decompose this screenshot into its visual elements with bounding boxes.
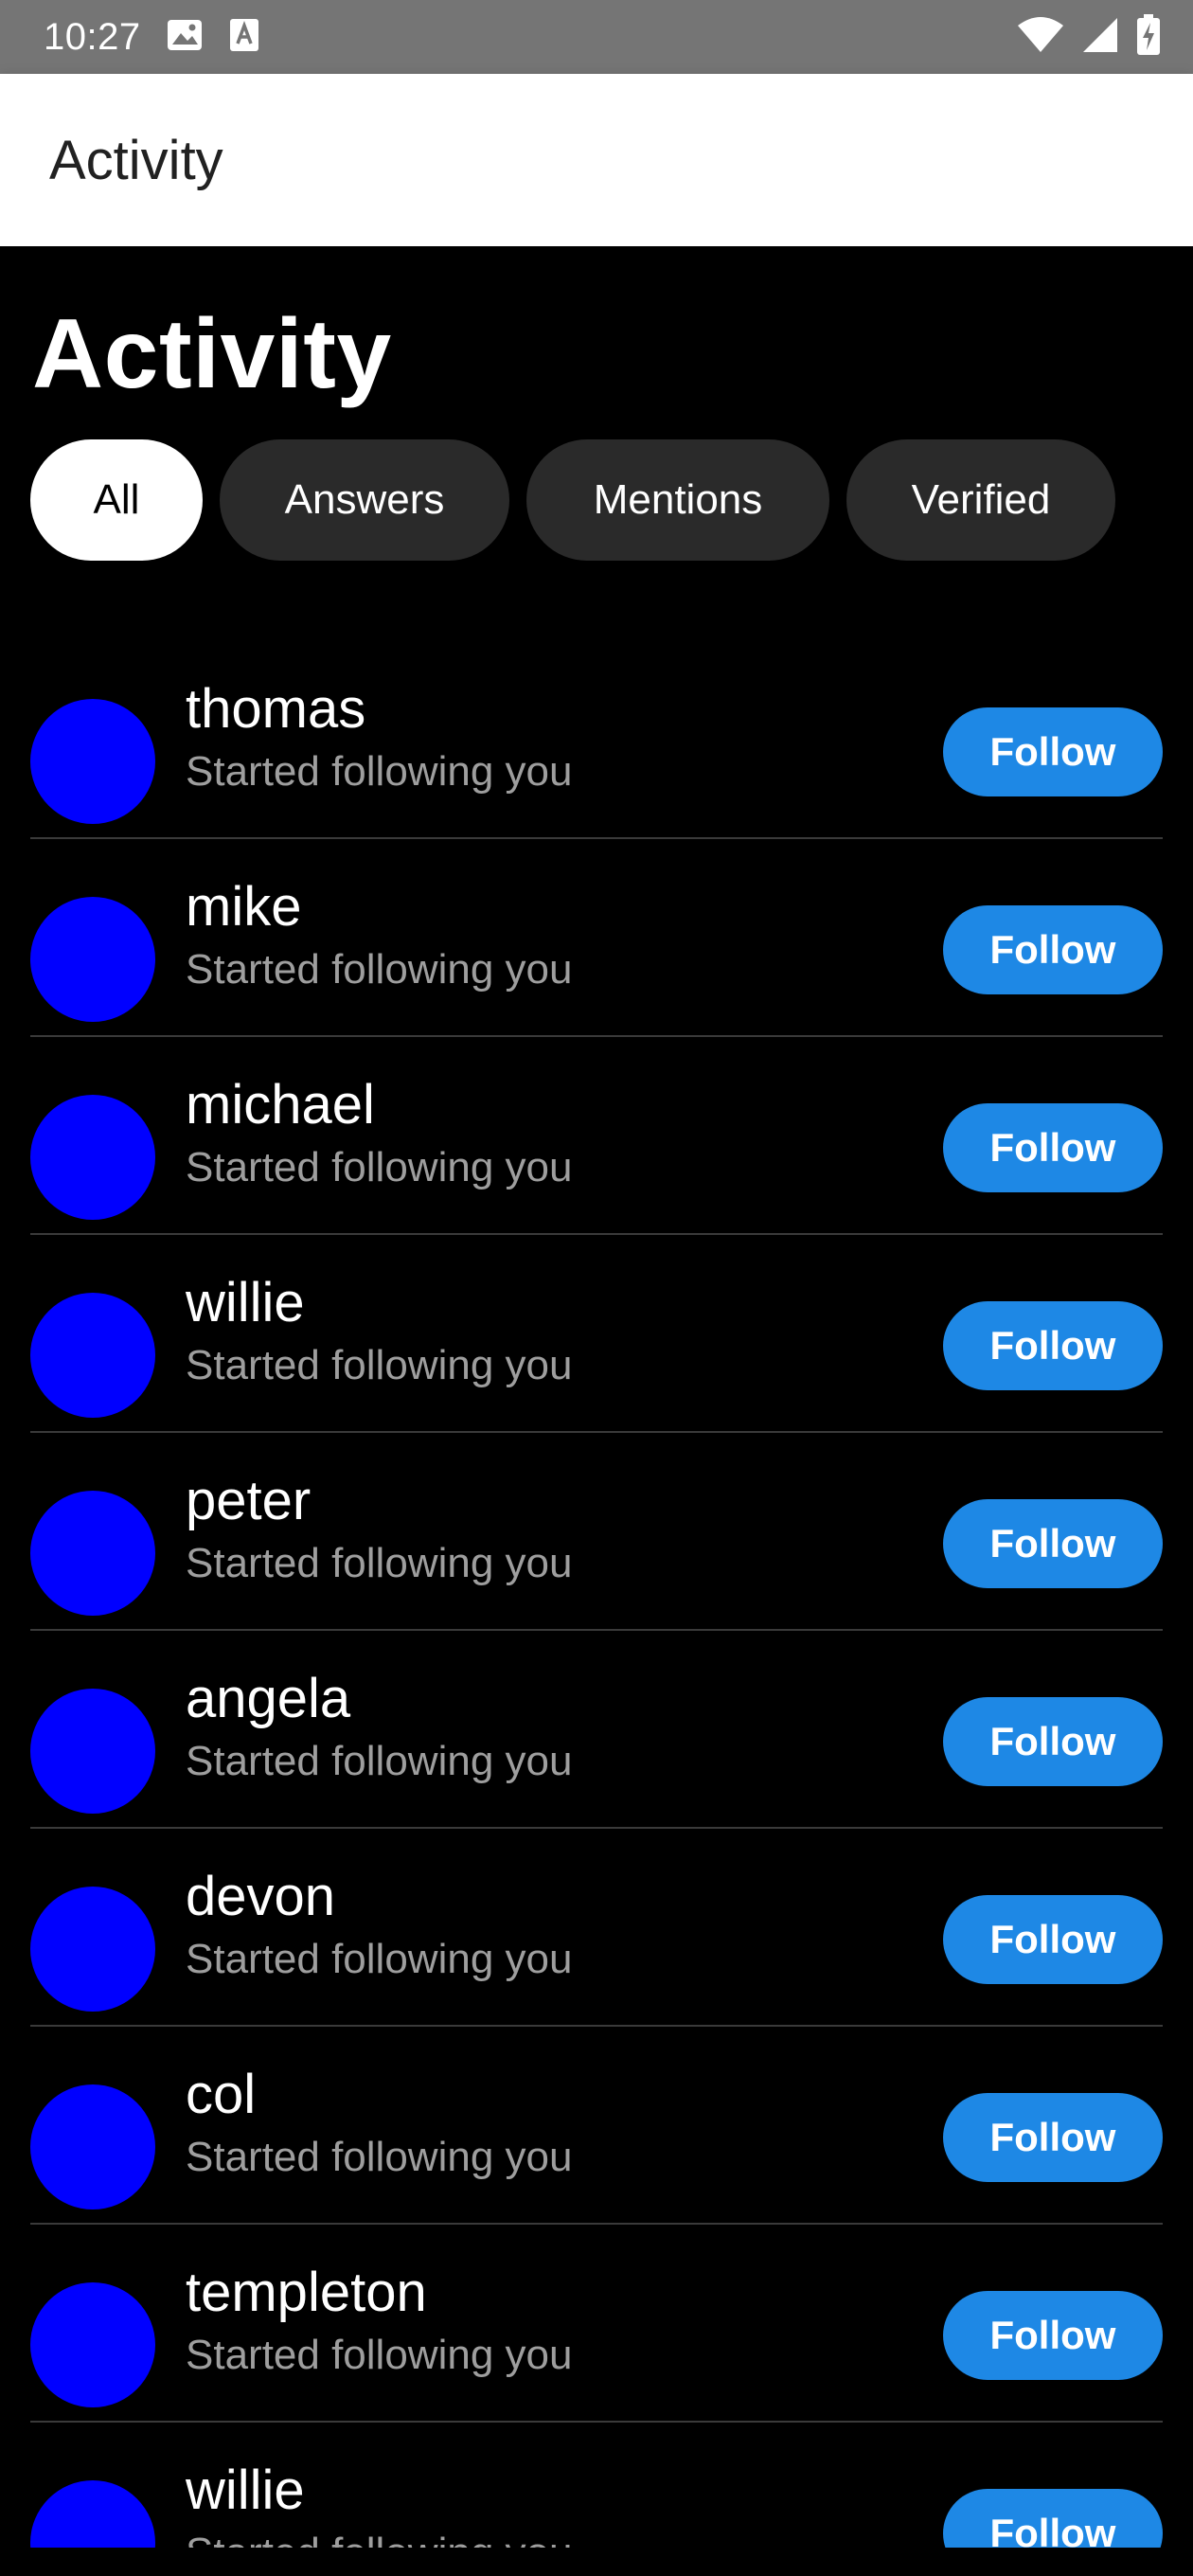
system-nav-bar: [0, 2548, 1193, 2576]
follow-button[interactable]: Follow: [943, 2093, 1163, 2182]
user-name: peter: [186, 1470, 312, 1531]
list-item[interactable]: templeton Started following you Follow: [30, 2225, 1163, 2423]
follow-button[interactable]: Follow: [943, 2489, 1163, 2548]
page-heading: Activity: [32, 299, 392, 409]
list-item[interactable]: willie Started following you Follow: [30, 2423, 1163, 2548]
filter-chip-mentions[interactable]: Mentions: [526, 439, 829, 561]
avatar[interactable]: [30, 1293, 155, 1418]
activity-text: Started following you: [186, 1540, 573, 1586]
avatar[interactable]: [30, 2282, 155, 2407]
wifi-icon: [1017, 16, 1064, 59]
filter-chip-verified[interactable]: Verified: [846, 439, 1115, 561]
avatar[interactable]: [30, 897, 155, 1022]
list-item[interactable]: michael Started following you Follow: [30, 1037, 1163, 1235]
image-icon: [166, 18, 204, 57]
avatar[interactable]: [30, 2084, 155, 2209]
activity-text: Started following you: [186, 946, 573, 993]
avatar[interactable]: [30, 1689, 155, 1814]
follow-button[interactable]: Follow: [943, 2291, 1163, 2380]
activity-text: Started following you: [186, 2530, 572, 2548]
list-item[interactable]: thomas Started following you Follow: [30, 641, 1163, 839]
activity-list: thomas Started following you Follow mike…: [0, 641, 1193, 2548]
avatar[interactable]: [30, 699, 155, 824]
app-bar: Activity: [0, 74, 1193, 246]
avatar[interactable]: [30, 2480, 155, 2548]
activity-text: Started following you: [186, 1342, 573, 1388]
follow-button[interactable]: Follow: [943, 1895, 1163, 1984]
filter-chip-all[interactable]: All: [30, 439, 203, 561]
activity-text: Started following you: [186, 1144, 573, 1190]
user-name: thomas: [186, 678, 366, 740]
user-name: willie: [186, 1272, 305, 1333]
user-name: col: [186, 2064, 257, 2125]
user-name: michael: [186, 1074, 375, 1136]
activity-text: Started following you: [186, 748, 573, 795]
app-bar-title: Activity: [49, 129, 223, 191]
text-a-icon: [228, 17, 260, 58]
avatar[interactable]: [30, 1491, 155, 1616]
activity-screen: Activity All Answers Mentions Verified t…: [0, 246, 1193, 2548]
list-item[interactable]: devon Started following you Follow: [30, 1829, 1163, 2027]
follow-button[interactable]: Follow: [943, 905, 1163, 994]
follow-button[interactable]: Follow: [943, 1103, 1163, 1192]
status-bar: 10:27: [0, 0, 1193, 74]
list-item[interactable]: peter Started following you Follow: [30, 1433, 1163, 1631]
activity-text: Started following you: [186, 2332, 573, 2378]
follow-button[interactable]: Follow: [943, 1499, 1163, 1588]
user-name: willie: [186, 2460, 305, 2521]
user-name: devon: [186, 1866, 336, 1927]
list-item[interactable]: angela Started following you Follow: [30, 1631, 1163, 1829]
activity-text: Started following you: [186, 1738, 573, 1784]
activity-text: Started following you: [186, 2134, 573, 2180]
avatar[interactable]: [30, 1887, 155, 2012]
list-item[interactable]: mike Started following you Follow: [30, 839, 1163, 1037]
activity-text: Started following you: [186, 1936, 573, 1982]
list-item[interactable]: willie Started following you Follow: [30, 1235, 1163, 1433]
battery-charging-icon: [1136, 13, 1161, 61]
user-name: mike: [186, 876, 302, 938]
signal-icon: [1081, 16, 1119, 59]
user-name: templeton: [186, 2262, 427, 2323]
status-time: 10:27: [44, 15, 141, 58]
filter-chip-answers[interactable]: Answers: [220, 439, 509, 561]
filter-chips: All Answers Mentions Verified: [30, 439, 1115, 561]
list-item[interactable]: col Started following you Follow: [30, 2027, 1163, 2225]
user-name: angela: [186, 1668, 351, 1729]
follow-button[interactable]: Follow: [943, 1697, 1163, 1786]
avatar[interactable]: [30, 1095, 155, 1220]
follow-button[interactable]: Follow: [943, 1301, 1163, 1390]
follow-button[interactable]: Follow: [943, 707, 1163, 796]
